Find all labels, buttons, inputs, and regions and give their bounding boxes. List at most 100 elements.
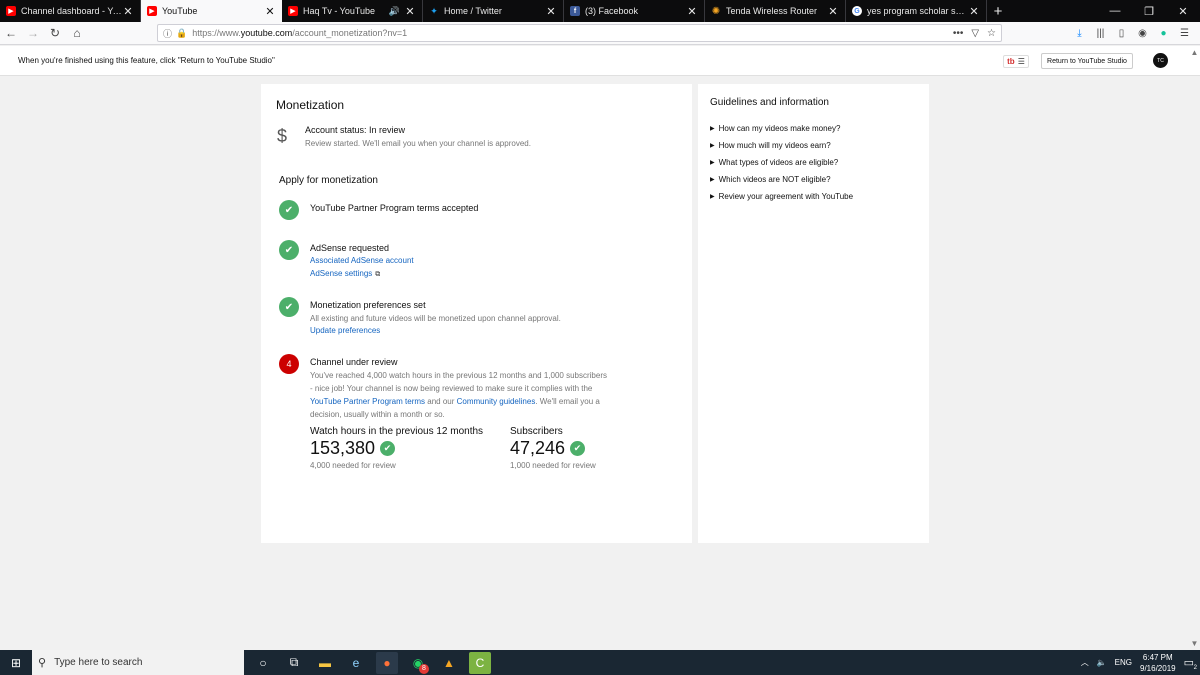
home-icon[interactable]: ⌂ bbox=[66, 22, 88, 44]
tab-youtube[interactable]: ▶ YouTube ✕ bbox=[141, 0, 282, 22]
back-icon[interactable]: ← bbox=[0, 22, 22, 44]
clock-date: 9/16/2019 bbox=[1140, 663, 1176, 673]
cortana-icon[interactable]: ○ bbox=[252, 652, 274, 674]
tab-facebook[interactable]: f (3) Facebook ✕ bbox=[564, 0, 705, 22]
tenda-icon: ✺ bbox=[711, 5, 721, 17]
guidelines-card: Guidelines and information ▶ How can my v… bbox=[698, 84, 929, 543]
window-controls: — ❐ ✕ bbox=[1098, 0, 1200, 22]
info-icon[interactable]: ⓘ bbox=[163, 27, 172, 40]
account-status: Account status: In review bbox=[305, 125, 406, 135]
guideline-label: How can my videos make money? bbox=[718, 124, 841, 133]
scroll-down-icon[interactable]: ▼ bbox=[1189, 639, 1200, 650]
firefox-icon[interactable]: ● bbox=[376, 651, 398, 674]
guideline-label: Which videos are NOT eligible? bbox=[718, 175, 831, 184]
tab-tenda-router[interactable]: ✺ Tenda Wireless Router ✕ bbox=[705, 0, 846, 22]
review-text-part2: and our bbox=[427, 397, 455, 406]
menu-icon[interactable]: ☰ bbox=[1177, 28, 1192, 39]
close-icon[interactable]: ✕ bbox=[545, 5, 557, 18]
watch-hours-stat: Watch hours in the previous 12 months 15… bbox=[310, 426, 483, 470]
stat-needed: 1,000 needed for review bbox=[510, 461, 596, 470]
guideline-item[interactable]: ▶ Which videos are NOT eligible? bbox=[710, 171, 853, 188]
window-close-icon[interactable]: ✕ bbox=[1166, 0, 1200, 22]
reload-icon[interactable]: ↻ bbox=[44, 22, 66, 44]
close-icon[interactable]: ✕ bbox=[827, 5, 839, 18]
check-icon: ✔ bbox=[279, 240, 299, 260]
step-title: AdSense requested bbox=[310, 243, 390, 253]
close-icon[interactable]: ✕ bbox=[968, 5, 980, 18]
library-icon[interactable]: ||| bbox=[1093, 28, 1108, 39]
tab-twitter[interactable]: ✦ Home / Twitter ✕ bbox=[423, 0, 564, 22]
guideline-item[interactable]: ▶ How much will my videos earn? bbox=[710, 137, 853, 154]
step-title: YouTube Partner Program terms accepted bbox=[310, 203, 479, 213]
minimize-icon[interactable]: — bbox=[1098, 0, 1132, 22]
action-center-icon[interactable]: ▭ 2 bbox=[1184, 656, 1197, 671]
new-tab-button[interactable]: + bbox=[987, 0, 1009, 22]
url-bar[interactable]: ⓘ 🔒 https://www. youtube.com/account_mone… bbox=[157, 24, 1002, 42]
associated-adsense-link[interactable]: Associated AdSense account bbox=[310, 256, 414, 265]
scroll-up-icon[interactable]: ▲ bbox=[1189, 48, 1200, 59]
twitter-icon: ✦ bbox=[430, 5, 438, 16]
toolbar-icons: ⤓ ||| ▯ ◉ ● ☰ bbox=[1072, 22, 1192, 45]
show-hidden-icons[interactable]: ︿ bbox=[1081, 657, 1089, 668]
partner-program-terms-link[interactable]: YouTube Partner Program terms bbox=[310, 397, 425, 406]
expand-triangle-icon: ▶ bbox=[710, 143, 715, 149]
expand-triangle-icon: ▶ bbox=[710, 177, 715, 183]
download-icon[interactable]: ⤓ bbox=[1072, 28, 1087, 39]
notification-badge: 8 bbox=[419, 663, 429, 674]
taskbar-search-box[interactable]: ⚲ Type here to search bbox=[32, 650, 244, 675]
step-title: Monetization preferences set bbox=[310, 300, 426, 310]
step-title: Channel under review bbox=[310, 357, 398, 367]
adsense-settings-label: AdSense settings bbox=[310, 269, 373, 278]
speaker-icon[interactable]: 🔊 bbox=[389, 6, 400, 17]
restore-icon[interactable]: ❐ bbox=[1132, 0, 1166, 22]
guideline-label: How much will my videos earn? bbox=[718, 141, 831, 150]
volume-icon[interactable]: 🔈 bbox=[1097, 658, 1107, 667]
windows-start-icon[interactable]: ⊞ bbox=[0, 650, 32, 675]
pocket-icon[interactable]: ▽ bbox=[971, 28, 979, 39]
check-icon: ✔ bbox=[279, 200, 299, 220]
tubebuddy-menu-icon[interactable]: tb ☰ bbox=[1003, 55, 1029, 68]
close-icon[interactable]: ✕ bbox=[686, 5, 698, 18]
grammarly-icon[interactable]: ● bbox=[1156, 28, 1171, 39]
stat-needed: 4,000 needed for review bbox=[310, 461, 396, 470]
vlc-icon[interactable]: ▲ bbox=[438, 652, 460, 674]
tab-title: YouTube bbox=[162, 6, 198, 16]
tab-haq-tv[interactable]: ▶ Haq Tv - YouTube 🔊 ✕ bbox=[282, 0, 423, 22]
guideline-label: Review your agreement with YouTube bbox=[718, 192, 854, 201]
camtasia-icon[interactable]: C bbox=[469, 651, 491, 674]
update-preferences-link[interactable]: Update preferences bbox=[310, 326, 380, 335]
youtube-icon: ▶ bbox=[288, 6, 298, 16]
tab-title: Tenda Wireless Router bbox=[726, 6, 818, 16]
file-explorer-icon[interactable]: ▬ bbox=[314, 652, 336, 674]
forward-icon[interactable]: → bbox=[22, 22, 44, 44]
guideline-item[interactable]: ▶ What types of videos are eligible? bbox=[710, 154, 853, 171]
monetization-card: Monetization $ Account status: In review… bbox=[261, 84, 692, 543]
stat-label: Subscribers bbox=[510, 426, 563, 437]
close-icon[interactable]: ✕ bbox=[122, 5, 134, 18]
avatar[interactable]: TC bbox=[1153, 53, 1168, 68]
tab-google-search[interactable]: G yes program scholar ship - Goo ✕ bbox=[846, 0, 987, 22]
whatsapp-icon[interactable]: ◉ 8 bbox=[407, 652, 429, 674]
page-actions-icon[interactable]: ••• bbox=[953, 28, 964, 39]
adsense-settings-link[interactable]: AdSense settings ⧉ bbox=[310, 269, 380, 279]
sidebar-icon[interactable]: ▯ bbox=[1114, 28, 1129, 39]
tab-channel-dashboard[interactable]: ▶ Channel dashboard - YouTube ✕ bbox=[0, 0, 141, 22]
bookmark-star-icon[interactable]: ☆ bbox=[987, 28, 996, 39]
clock-time: 6:47 PM bbox=[1142, 652, 1173, 662]
close-icon[interactable]: ✕ bbox=[404, 5, 416, 18]
guideline-item[interactable]: ▶ How can my videos make money? bbox=[710, 120, 853, 137]
guideline-item[interactable]: ▶ Review your agreement with YouTube bbox=[710, 188, 853, 205]
task-view-icon[interactable]: ⧉ bbox=[283, 652, 305, 674]
edge-icon[interactable]: e bbox=[345, 652, 367, 674]
clock[interactable]: 6:47 PM 9/16/2019 bbox=[1140, 652, 1176, 674]
search-icon: ⚲ bbox=[38, 657, 47, 669]
external-link-icon: ⧉ bbox=[375, 271, 381, 278]
return-to-studio-button[interactable]: Return to YouTube Studio bbox=[1041, 53, 1133, 69]
account-icon[interactable]: ◉ bbox=[1135, 28, 1150, 39]
language-indicator[interactable]: ENG bbox=[1115, 658, 1132, 667]
lock-icon[interactable]: 🔒 bbox=[176, 28, 187, 39]
url-host: youtube.com bbox=[240, 28, 293, 38]
close-icon[interactable]: ✕ bbox=[264, 5, 276, 18]
expand-triangle-icon: ▶ bbox=[710, 126, 715, 132]
community-guidelines-link[interactable]: Community guidelines bbox=[457, 397, 536, 406]
